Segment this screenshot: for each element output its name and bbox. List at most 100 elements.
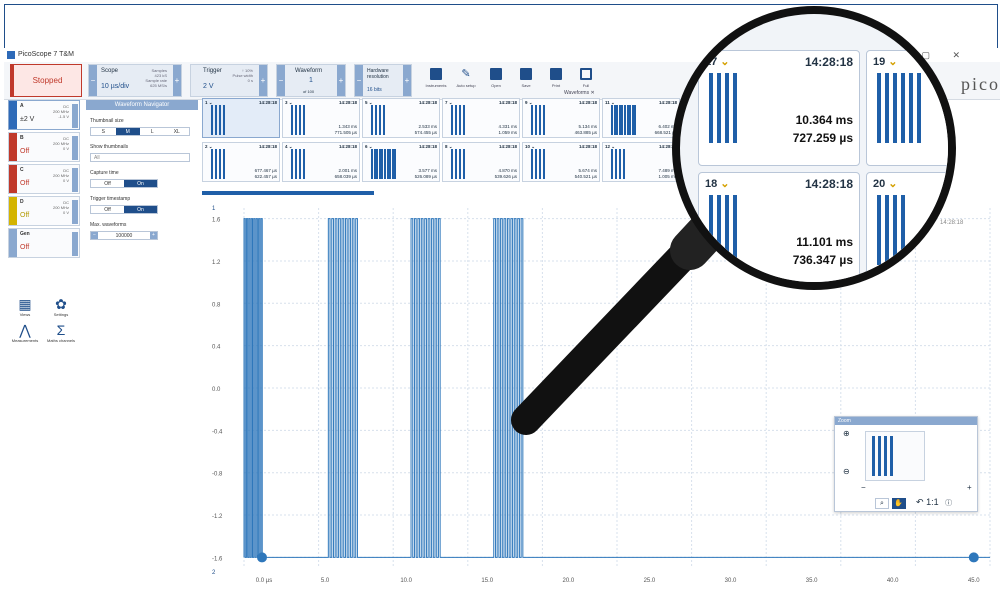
- thumb-size-xl[interactable]: XL: [165, 128, 190, 135]
- open-button[interactable]: Open: [482, 66, 510, 94]
- waveform-count: of 100: [303, 89, 315, 94]
- zoom-h-minus[interactable]: −: [861, 483, 866, 492]
- trigger-ts-off[interactable]: Off: [91, 206, 124, 213]
- timebase-value[interactable]: 10 µs/div: [101, 83, 129, 90]
- waveform-thumbnail[interactable]: 9 ⌄ 14:28:18 5.134 ms 463.885 µs: [522, 98, 600, 138]
- window-controls[interactable]: — ▢ ✕: [890, 48, 970, 62]
- zoom-search-icon[interactable]: ⌕: [875, 498, 889, 509]
- thumbnail-strip: 1 ⌄ 14:28:18 3 ⌄ 14:28:18 1.343 ms 771.505 µs…: [202, 98, 1000, 182]
- channel-b[interactable]: B Off DC 200 MHz 0 V: [8, 132, 80, 162]
- channel-c[interactable]: C Off DC 200 MHz 0 V: [8, 164, 80, 194]
- scope-group[interactable]: − Scope 10 µs/div Samples 423 kS Sample ra…: [88, 64, 182, 97]
- zoom-v-plus[interactable]: ⊕: [843, 429, 850, 438]
- waveform-next-button[interactable]: +: [337, 65, 345, 96]
- waveform-thumbnail[interactable]: 7 ⌄ 14:28:18 4.331 ms 1.059 ms: [442, 98, 520, 138]
- trigger-level[interactable]: 2 V: [203, 83, 214, 90]
- thumb-size-l[interactable]: L: [140, 128, 165, 135]
- channel-settings: DC 200 MHz 0 V: [52, 200, 69, 215]
- info-icon[interactable]: ⓘ: [945, 500, 952, 507]
- instruments-button[interactable]: Instruments: [422, 66, 450, 94]
- zoom-controls: ⌕ ✋ ↶ 1:1 ⓘ: [875, 497, 975, 509]
- thumb-preview: [211, 149, 237, 179]
- waveform-thumbnail[interactable]: 11 ⌄ 14:28:18 6.402 ms 668.521 µs: [602, 98, 680, 138]
- channel-range[interactable]: Off: [20, 212, 29, 219]
- capture-time-toggle: Off On: [90, 179, 158, 188]
- trigger-group[interactable]: Trigger 2 V ↑ 10% Pulse width 0 s +: [190, 64, 268, 97]
- y-tick-label: -1.6: [212, 556, 223, 562]
- channel-a[interactable]: A ±2 V DC 200 MHz -1.5 V: [8, 100, 80, 130]
- waveform-thumbnail[interactable]: 2 ⌄ 14:28:18 677.467 µs 622.457 µs: [202, 142, 280, 182]
- thumb-preview: [291, 105, 317, 135]
- channel-adjust[interactable]: [72, 104, 78, 128]
- plot-timestamp: 14:28:18: [940, 220, 964, 226]
- waveform-thumbnail[interactable]: 5 ⌄ 14:28:18 2.533 ms 574.455 µs: [362, 98, 440, 138]
- waveform-thumbnail[interactable]: 1 ⌄ 14:28:18: [202, 98, 280, 138]
- resolution-minus-button[interactable]: −: [355, 65, 363, 96]
- channel-adjust[interactable]: [72, 200, 78, 224]
- resolution-value[interactable]: 16 bits: [367, 87, 382, 93]
- max-waveforms-stepper[interactable]: − 100000 +: [90, 231, 158, 240]
- thumb-size-s[interactable]: S: [91, 128, 116, 135]
- channel-adjust[interactable]: [72, 168, 78, 192]
- waveform-thumbnail[interactable]: 3 ⌄ 14:28:18 1.343 ms 771.505 µs: [282, 98, 360, 138]
- zoom-preview[interactable]: [865, 431, 925, 481]
- waveform-number[interactable]: 1: [309, 77, 313, 84]
- thumb-measure-1: 1.343 ms: [338, 124, 357, 129]
- x-tick-label: 10.0: [400, 578, 412, 584]
- capture-time-off[interactable]: Off: [91, 180, 124, 187]
- capture-time-on[interactable]: On: [124, 180, 157, 187]
- waveform-thumbnail[interactable]: 6 ⌄ 14:28:18 3.577 ms 526.089 µs: [362, 142, 440, 182]
- waveform-thumbnail[interactable]: 8 ⌄ 14:28:18 4.870 ms 539.626 µs: [442, 142, 520, 182]
- resolution-group[interactable]: − Hardware resolution 16 bits +: [354, 64, 412, 97]
- thumb-size-m[interactable]: M: [115, 128, 140, 135]
- waveform-prev-button[interactable]: −: [277, 65, 285, 96]
- waveforms-tab[interactable]: Waveforms ✕: [564, 90, 595, 96]
- thumb-time: 14:28:18: [258, 100, 277, 105]
- channel-gen[interactable]: Gen Off: [8, 228, 80, 258]
- channel-d[interactable]: D Off DC 200 MHz 0 V: [8, 196, 80, 226]
- pan-hand-icon[interactable]: ✋: [891, 498, 906, 509]
- views-button[interactable]: ▦ Views: [8, 296, 42, 317]
- zoom-1-1-button[interactable]: ↶ 1:1: [916, 497, 939, 508]
- waveform-thumbnail[interactable]: 10 ⌄ 14:28:18 5.674 ms 540.521 µs: [522, 142, 600, 182]
- channel-adjust[interactable]: [72, 136, 78, 160]
- trigger-ts-on[interactable]: On: [124, 206, 157, 213]
- ruler-marker-right: [968, 552, 979, 563]
- max-waveforms-value[interactable]: 100000: [116, 233, 133, 239]
- channel-adjust[interactable]: [72, 232, 78, 256]
- scope-minus-button[interactable]: −: [89, 65, 97, 96]
- maths-button[interactable]: Σ Maths channels: [44, 322, 78, 343]
- channel-range[interactable]: Off: [20, 244, 29, 251]
- channel-range[interactable]: Off: [20, 148, 29, 155]
- x-tick-label: 5.0: [321, 578, 330, 584]
- stepper-minus[interactable]: −: [91, 232, 98, 239]
- run-stop-button[interactable]: Stopped: [10, 64, 82, 97]
- auto-setup-button[interactable]: ✎ Auto setup: [452, 66, 480, 94]
- thumb-time: 14:28:18: [418, 100, 437, 105]
- channel-range[interactable]: ±2 V: [20, 116, 34, 123]
- resolution-plus-button[interactable]: +: [403, 65, 411, 96]
- show-thumbs-dropdown[interactable]: All: [90, 153, 190, 162]
- x-tick-label: 15.0: [481, 578, 493, 584]
- thumbnail-scrollbar[interactable]: [202, 191, 374, 195]
- thumb-time: 14:28:18: [658, 100, 677, 105]
- trigger-plus-button[interactable]: +: [259, 65, 267, 96]
- save-button[interactable]: Save: [512, 66, 540, 94]
- settings-button[interactable]: ✿ Settings: [44, 296, 78, 317]
- scope-plus-button[interactable]: +: [173, 65, 181, 96]
- thumb-measure-2: 539.626 µs: [494, 174, 517, 179]
- trigger-label: Trigger: [203, 68, 222, 74]
- waveform-thumbnail[interactable]: 4 ⌄ 14:28:18 2.001 ms 658.039 µs: [282, 142, 360, 182]
- thumb-measure-2: 771.505 µs: [334, 130, 357, 135]
- zoom-v-minus[interactable]: ⊖: [843, 467, 850, 476]
- zoom-h-plus[interactable]: +: [967, 483, 972, 492]
- scope-plot[interactable]: 1.6 1.2 0.8 0.4 0.0 -0.4 -0.8 -1.2 -1.6 0.0 µs 5.0…: [204, 198, 1000, 588]
- thumb-time: 14:28:18: [338, 144, 357, 149]
- waveform-thumbnail[interactable]: 12 ⌄ 14:28:18 7.489 ms 1.005 ms: [602, 142, 680, 182]
- printer-icon: [550, 68, 562, 80]
- thumb-size-selector: S M L XL: [90, 127, 190, 136]
- channel-range[interactable]: Off: [20, 180, 29, 187]
- stepper-plus[interactable]: +: [150, 232, 157, 239]
- measurements-button[interactable]: ⋀ Measurements: [8, 322, 42, 343]
- waveform-group[interactable]: − Waveform 1 of 100 +: [276, 64, 346, 97]
